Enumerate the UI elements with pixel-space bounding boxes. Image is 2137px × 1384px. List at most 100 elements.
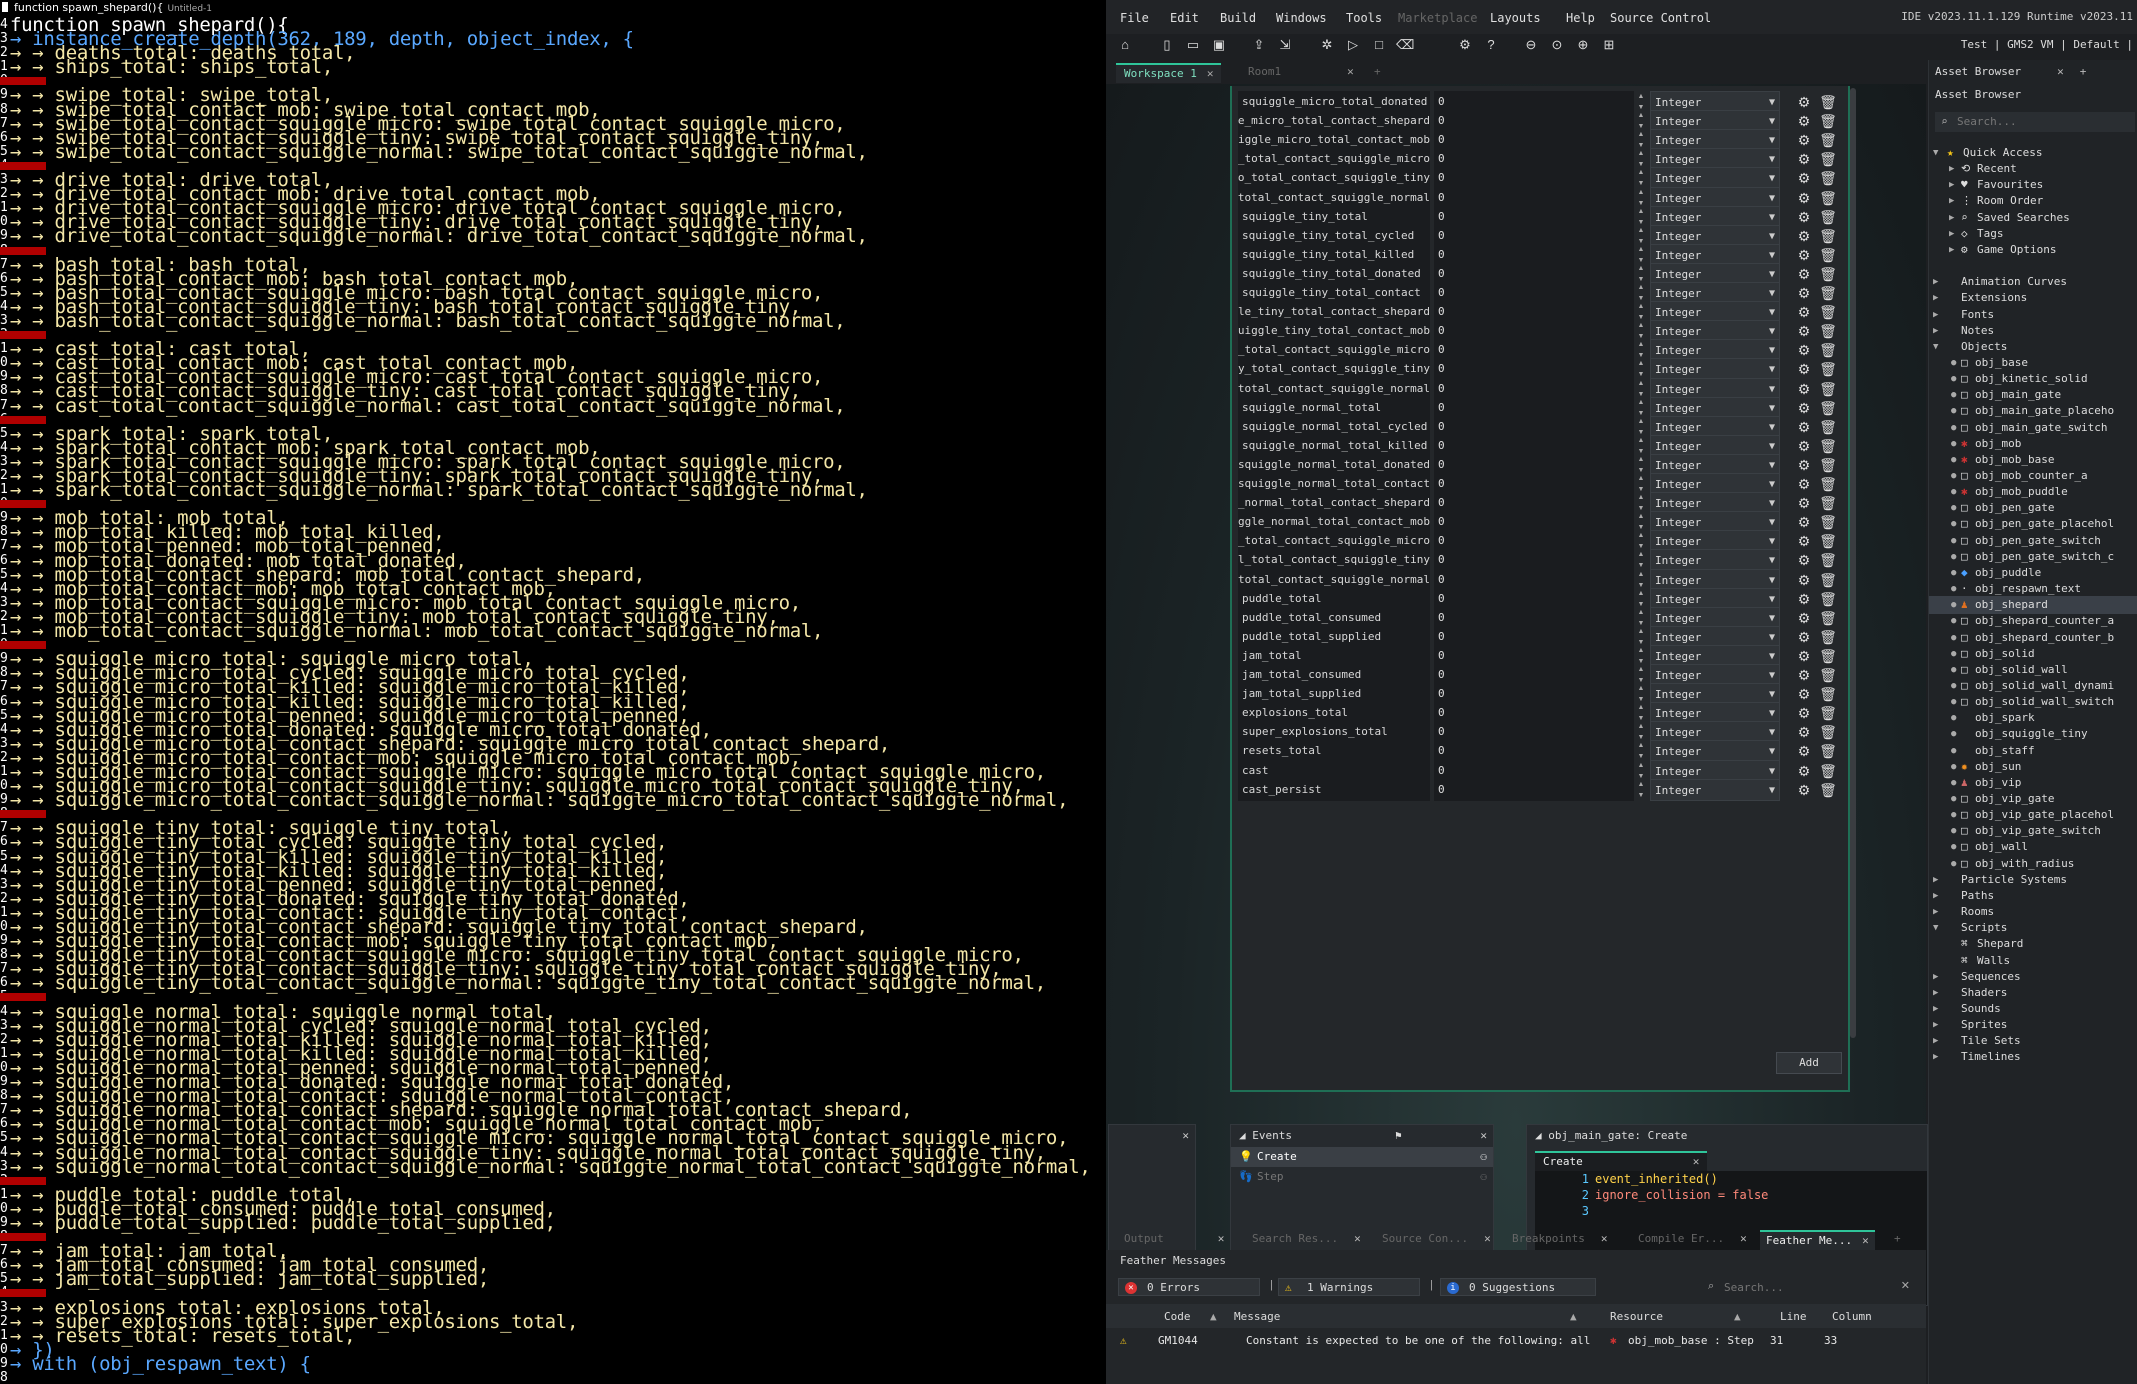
stop-icon[interactable]: □ — [1370, 36, 1388, 54]
trash-icon[interactable]: 🗑 — [1818, 703, 1838, 723]
event-user-icon[interactable]: ⚇ — [1480, 1167, 1487, 1187]
trash-icon[interactable]: 🗑 — [1818, 627, 1838, 647]
row-code[interactable]: GM1044 — [1158, 1334, 1198, 1347]
feather-search[interactable]: ⌕ ✕ — [1704, 1278, 1914, 1296]
gear-icon[interactable]: ⚙ — [1794, 627, 1814, 647]
tab-feather-messages[interactable]: Feather Me... ✕ — [1760, 1230, 1875, 1250]
close-icon[interactable]: ✕ — [2057, 65, 2064, 78]
new-file-icon[interactable]: ▯ — [1158, 36, 1176, 54]
zoom-out-icon[interactable]: ⊖ — [1522, 36, 1540, 54]
gear-icon[interactable]: ⚙ — [1794, 646, 1814, 666]
code-lines[interactable]: function spawn_shepard(){→ instance_crea… — [0, 15, 1106, 1373]
trash-icon[interactable]: 🗑 — [1818, 168, 1838, 188]
trash-icon[interactable]: 🗑 — [1818, 130, 1838, 150]
code-editor[interactable]: function spawn_shepard(){Untitled-1 4321… — [0, 0, 1106, 1384]
gear-icon[interactable]: ⚙ — [1794, 436, 1814, 456]
gear-icon[interactable]: ⚙ — [1794, 321, 1814, 341]
debug-icon[interactable]: ✲ — [1318, 36, 1336, 54]
col-code[interactable]: Code — [1164, 1310, 1191, 1323]
gear-icon[interactable]: ⚙ — [1794, 455, 1814, 475]
menu-build[interactable]: Build — [1220, 11, 1256, 25]
trash-icon[interactable]: 🗑 — [1818, 436, 1838, 456]
trash-icon[interactable]: 🗑 — [1818, 398, 1838, 418]
gear-icon[interactable]: ⚙ — [1794, 493, 1814, 513]
close-icon[interactable]: ✕ — [1601, 1232, 1608, 1245]
col-resource[interactable]: Resource — [1610, 1310, 1663, 1323]
row-message[interactable]: Constant is expected to be one of the fo… — [1246, 1334, 1590, 1347]
gear-icon[interactable]: ⚙ — [1794, 207, 1814, 227]
zoom-reset-icon[interactable]: ⊙ — [1548, 36, 1566, 54]
gear-icon[interactable]: ⚙ — [1794, 188, 1814, 208]
gear-icon[interactable]: ⚙ — [1794, 302, 1814, 322]
variable-name-field[interactable]: cast_persist — [1238, 778, 1430, 801]
trash-icon[interactable]: 🗑 — [1818, 321, 1838, 341]
trash-icon[interactable]: 🗑 — [1818, 780, 1838, 800]
close-icon[interactable]: ✕ — [1740, 1232, 1747, 1245]
gear-icon[interactable]: ⚙ — [1794, 245, 1814, 265]
trash-icon[interactable]: 🗑 — [1818, 722, 1838, 742]
event-step[interactable]: 👣 Step ⚇ — [1231, 1167, 1493, 1187]
trash-icon[interactable]: 🗑 — [1818, 608, 1838, 628]
trash-icon[interactable]: 🗑 — [1818, 264, 1838, 284]
gear-icon[interactable]: ⚙ — [1794, 531, 1814, 551]
gear-icon[interactable]: ⚙ — [1794, 703, 1814, 723]
sort-icon[interactable]: ▲ — [1210, 1310, 1217, 1323]
trash-icon[interactable]: 🗑 — [1818, 207, 1838, 227]
tab-output[interactable]: Output ✕ — [1124, 1230, 1224, 1248]
trash-icon[interactable]: 🗑 — [1818, 245, 1838, 265]
asset-search[interactable]: ⌕ Search... — [1935, 112, 2135, 132]
trash-icon[interactable]: 🗑 — [1818, 111, 1838, 131]
trash-icon[interactable]: 🗑 — [1818, 570, 1838, 590]
trash-icon[interactable]: 🗑 — [1818, 550, 1838, 570]
grid-icon[interactable]: ⊞ — [1600, 36, 1618, 54]
expand-icon[interactable]: ▶ — [1933, 1048, 1938, 1066]
gear-icon[interactable]: ⚙ — [1794, 398, 1814, 418]
close-icon[interactable]: ✕ — [1354, 1232, 1361, 1245]
variable-type-select[interactable]: Integer ▼ — [1650, 778, 1780, 801]
gear-icon[interactable]: ⚙ — [1794, 780, 1814, 800]
add-tab-icon[interactable]: + — [1894, 1230, 1901, 1248]
tab-search-results[interactable]: Search Res... ✕ — [1252, 1230, 1361, 1248]
gear-icon[interactable]: ⚙ — [1794, 359, 1814, 379]
trash-icon[interactable]: 🗑 — [1818, 646, 1838, 666]
event-create[interactable]: 💡 Create ⚇ — [1231, 1147, 1493, 1167]
gear-icon[interactable]: ⚙ — [1794, 264, 1814, 284]
gear-icon[interactable]: ⚙ — [1794, 130, 1814, 150]
close-icon[interactable]: ✕ — [1347, 65, 1354, 78]
menu-help[interactable]: Help — [1566, 11, 1595, 25]
variable-value-field[interactable]: 0 — [1434, 778, 1634, 801]
gear-icon[interactable]: ⚙ — [1794, 149, 1814, 169]
menu-file[interactable]: File — [1120, 11, 1149, 25]
menu-edit[interactable]: Edit — [1170, 11, 1199, 25]
gear-icon[interactable]: ⚙ — [1794, 665, 1814, 685]
gear-icon[interactable]: ⚙ — [1794, 474, 1814, 494]
errors-filter[interactable]: ✕ 0 Errors — [1118, 1278, 1260, 1296]
trash-icon[interactable]: 🗑 — [1818, 226, 1838, 246]
trash-icon[interactable]: 🗑 — [1818, 761, 1838, 781]
settings-icon[interactable]: ⚙ — [1456, 36, 1474, 54]
open-folder-icon[interactable]: ▭ — [1184, 36, 1202, 54]
add-tab-icon[interactable]: + — [2080, 65, 2087, 78]
trash-icon[interactable]: 🗑 — [1818, 665, 1838, 685]
trash-icon[interactable]: 🗑 — [1818, 512, 1838, 532]
trash-icon[interactable]: 🗑 — [1818, 455, 1838, 475]
trash-icon[interactable]: 🗑 — [1818, 283, 1838, 303]
trash-icon[interactable]: 🗑 — [1818, 589, 1838, 609]
trash-icon[interactable]: 🗑 — [1818, 379, 1838, 399]
close-icon[interactable]: ✕ — [1480, 1125, 1487, 1147]
gear-icon[interactable]: ⚙ — [1794, 92, 1814, 112]
gear-icon[interactable]: ⚙ — [1794, 283, 1814, 303]
package-icon[interactable]: ⇪ — [1250, 36, 1268, 54]
add-tab-icon[interactable]: + — [1366, 63, 1389, 81]
gear-icon[interactable]: ⚙ — [1794, 340, 1814, 360]
row-resource[interactable]: obj_mob_base : Step — [1628, 1334, 1754, 1347]
col-line[interactable]: Line — [1780, 1310, 1807, 1323]
help-icon[interactable]: ? — [1482, 36, 1500, 54]
workspace-canvas[interactable]: squiggle_micro_total_donated 0 ▲ ▼ Integer ▼ ⚙… — [1106, 84, 1928, 1384]
gear-icon[interactable]: ⚙ — [1794, 608, 1814, 628]
trash-icon[interactable]: 🗑 — [1818, 474, 1838, 494]
col-column[interactable]: Column — [1832, 1310, 1872, 1323]
tab-compile-errors[interactable]: Compile Er... ✕ — [1638, 1230, 1747, 1248]
save-icon[interactable]: ▣ — [1210, 36, 1228, 54]
trash-icon[interactable]: 🗑 — [1818, 684, 1838, 704]
